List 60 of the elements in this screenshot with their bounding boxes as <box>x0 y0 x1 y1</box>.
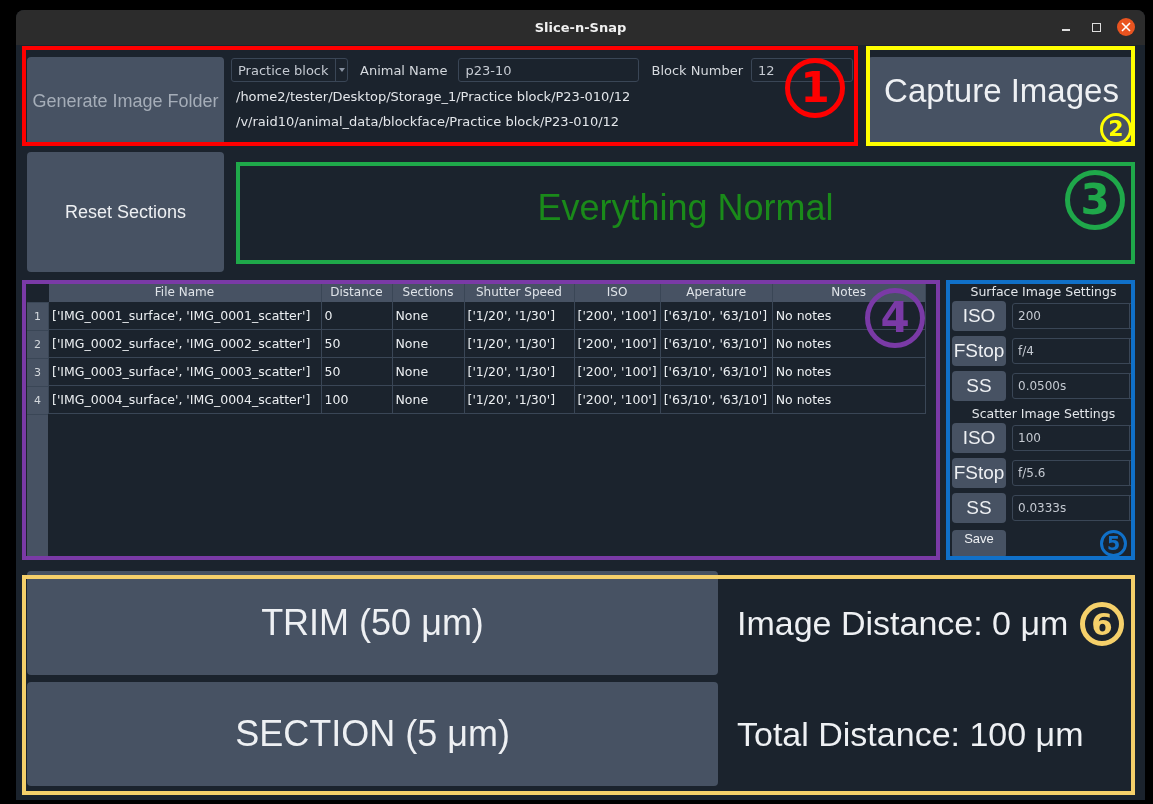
setting-button[interactable]: SS <box>952 371 1006 401</box>
table-cell: ['63/10', '63/10'] <box>660 385 773 414</box>
table-cell: ['IMG_0004_surface', 'IMG_0004_scatter'] <box>48 385 321 414</box>
table-cell: ['63/10', '63/10'] <box>660 302 773 330</box>
table-cell: ['200', '100'] <box>574 329 661 358</box>
field-label: Block Number <box>651 62 743 78</box>
setting-button[interactable]: ISO <box>952 423 1006 453</box>
window-title: Slice-n-Snap <box>534 20 627 35</box>
table-cell: 100 <box>321 385 392 414</box>
table-cell: ['63/10', '63/10'] <box>660 329 773 358</box>
folder-path: /v/raid10/animal_data/blockface/Practice block/P23-010/12 <box>235 114 621 131</box>
table-cell: ['1/20', '1/30'] <box>464 357 574 386</box>
save-button[interactable]: Save <box>952 530 1006 558</box>
annotation-number: 1 <box>785 58 845 118</box>
setting-button[interactable]: ISO <box>952 301 1006 331</box>
table-cell: No notes <box>772 357 926 386</box>
table-cell: ['200', '100'] <box>574 302 661 330</box>
row-number: 1 <box>27 303 48 331</box>
total-distance: Total Distance: 100 μm <box>737 714 1084 754</box>
table-cell: None <box>392 357 464 386</box>
table-cell: ['IMG_0001_surface', 'IMG_0001_scatter'] <box>48 302 321 330</box>
annotation-number: 3 <box>1065 170 1125 230</box>
setting-button[interactable]: SS <box>952 493 1006 523</box>
status-message: Everything Normal <box>537 187 834 229</box>
table-cell: ['IMG_0002_surface', 'IMG_0002_scatter'] <box>48 329 321 358</box>
section-button[interactable]: SECTION (5 μm) <box>27 682 718 786</box>
image-distance: Image Distance: 0 μm <box>737 603 1069 643</box>
trim-button[interactable]: TRIM (50 μm) <box>27 571 718 675</box>
annotation-number: 6 <box>1080 602 1124 646</box>
row-number: 4 <box>27 387 48 415</box>
row-number: 2 <box>27 331 48 359</box>
table-cell: ['200', '100'] <box>574 385 661 414</box>
column-header[interactable]: File Name <box>48 282 321 302</box>
caret-icon <box>338 68 345 72</box>
setting-button[interactable]: FStop <box>952 458 1006 488</box>
table-cell: ['1/20', '1/30'] <box>464 385 574 414</box>
settings-heading: Scatter Image Settings <box>970 406 1117 423</box>
table-cell: 50 <box>321 329 392 358</box>
table-cell: ['IMG_0003_surface', 'IMG_0003_scatter'] <box>48 357 321 386</box>
setting-button[interactable]: FStop <box>952 336 1006 366</box>
folder-path: /home2/tester/Desktop/Storage_1/Practice block/P23-010/12 <box>235 89 632 106</box>
row-number: 3 <box>27 359 48 387</box>
table-cell: No notes <box>772 385 926 414</box>
animal-name-field[interactable]: p23-10 <box>458 58 640 82</box>
table-cell: 50 <box>321 357 392 386</box>
table-cell: None <box>392 302 464 330</box>
settings-heading: Surface Image Settings <box>969 284 1118 301</box>
annotation-number: 2 <box>1100 113 1132 145</box>
reset-sections-button[interactable]: Reset Sections <box>27 152 224 272</box>
table-cell: ['1/20', '1/30'] <box>464 329 574 358</box>
table-cell: None <box>392 385 464 414</box>
block-type-dropdown[interactable]: Practice block <box>231 58 348 82</box>
annotation-number: 5 <box>1100 530 1127 557</box>
field-label: Animal Name <box>360 62 448 78</box>
table-cell: ['200', '100'] <box>574 357 661 386</box>
table-cell: ['1/20', '1/30'] <box>464 302 574 330</box>
table-cell: 0 <box>321 302 392 330</box>
table-cell: ['63/10', '63/10'] <box>660 357 773 386</box>
table-cell: None <box>392 329 464 358</box>
close-icon[interactable] <box>1117 18 1135 36</box>
